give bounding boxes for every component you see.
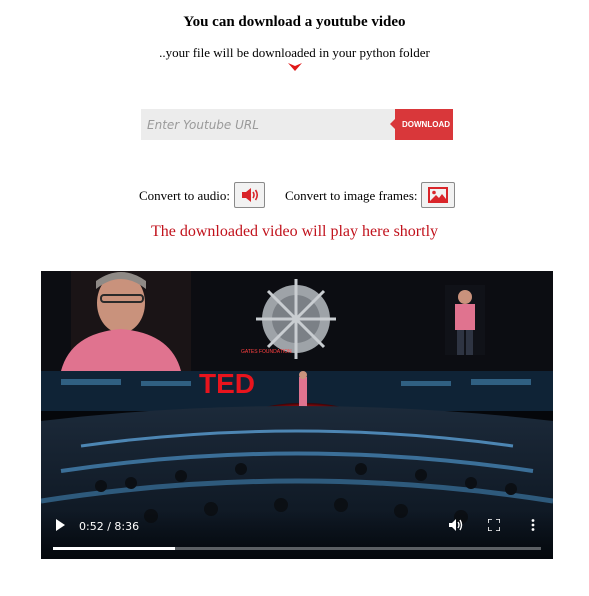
video-progress-bar[interactable] <box>53 547 541 550</box>
download-button[interactable]: DOWNLOAD <box>390 109 453 140</box>
svg-text:GATES FOUNDATION: GATES FOUNDATION <box>241 349 292 355</box>
video-progress-fill <box>53 547 175 550</box>
page-subtitle: ..your file will be downloaded in your p… <box>159 45 430 60</box>
more-options-button[interactable] <box>527 517 539 533</box>
volume-icon <box>449 519 463 531</box>
convert-audio-button[interactable] <box>234 182 265 208</box>
convert-image-button[interactable] <box>421 182 455 208</box>
page-title: You can download a youtube video <box>183 14 406 30</box>
speaker-icon <box>241 188 258 202</box>
more-vertical-icon <box>531 519 535 531</box>
fullscreen-button[interactable] <box>486 517 502 533</box>
play-button[interactable] <box>53 517 67 533</box>
arrow-down-icon <box>288 63 302 71</box>
convert-image-label: Convert to image frames: <box>285 188 418 203</box>
fullscreen-icon <box>488 519 500 531</box>
image-icon <box>428 187 448 203</box>
video-time: 0:52 / 8:36 <box>79 520 140 533</box>
status-message: The downloaded video will play here shor… <box>150 223 439 240</box>
youtube-url-input[interactable] <box>141 109 396 140</box>
ted-logo: TED <box>199 368 255 399</box>
convert-audio-label: Convert to audio: <box>139 188 230 203</box>
play-icon <box>56 519 65 531</box>
page: You can download a youtube video ..your … <box>0 0 589 596</box>
video-controls: 0:52 / 8:36 <box>41 511 553 559</box>
video-player[interactable]: GATES FOUNDATION TED 0:52 / 8:36 <box>41 271 553 559</box>
mute-button[interactable] <box>447 517 465 533</box>
